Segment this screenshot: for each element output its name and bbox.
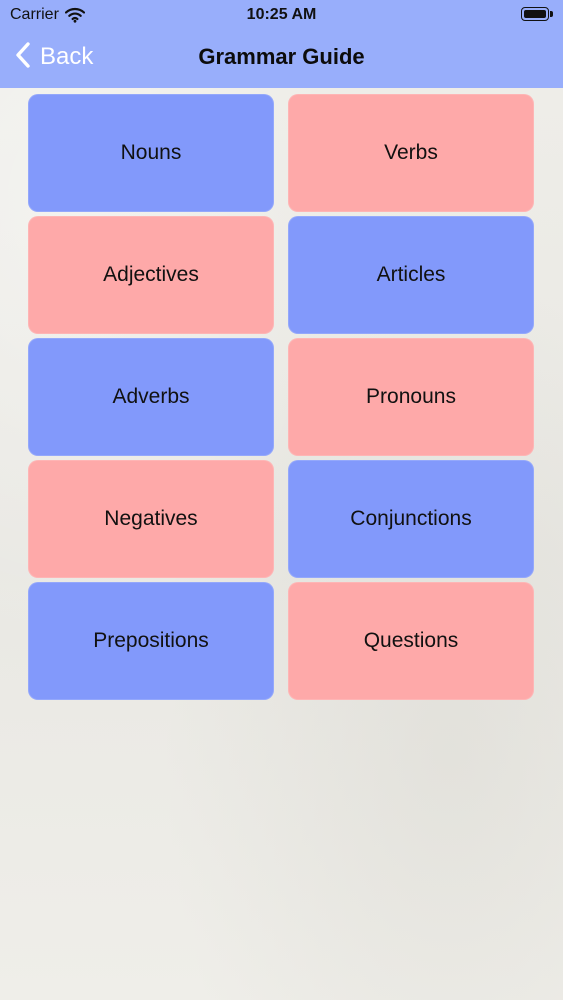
page-title: Grammar Guide: [198, 44, 365, 69]
app-screen: Carrier 10:25 AM Back Grammar Guide Noun…: [0, 0, 563, 1000]
battery-fill: [524, 10, 546, 18]
topic-tile-adjectives[interactable]: Adjectives: [28, 216, 274, 334]
battery-icon: [521, 7, 554, 23]
topic-tile-adverbs[interactable]: Adverbs: [28, 338, 274, 456]
topic-tile-articles[interactable]: Articles: [288, 216, 534, 334]
topic-tile-verbs[interactable]: Verbs: [288, 94, 534, 212]
status-bar: Carrier 10:25 AM: [0, 0, 563, 30]
topic-tile-questions[interactable]: Questions: [288, 582, 534, 700]
status-time: 10:25 AM: [246, 6, 317, 23]
battery-cap: [550, 11, 553, 17]
topic-tile-pronouns[interactable]: Pronouns: [288, 338, 534, 456]
topic-tile-negatives[interactable]: Negatives: [28, 460, 274, 578]
navigation-bar: Back Grammar Guide: [0, 30, 563, 88]
topic-tile-prepositions[interactable]: Prepositions: [28, 582, 274, 700]
topic-tile-conjunctions[interactable]: Conjunctions: [288, 460, 534, 578]
topic-grid: Nouns Verbs Adjectives Articles Adverbs …: [28, 94, 535, 700]
topic-tile-nouns[interactable]: Nouns: [28, 94, 274, 212]
battery-body: [521, 7, 549, 21]
